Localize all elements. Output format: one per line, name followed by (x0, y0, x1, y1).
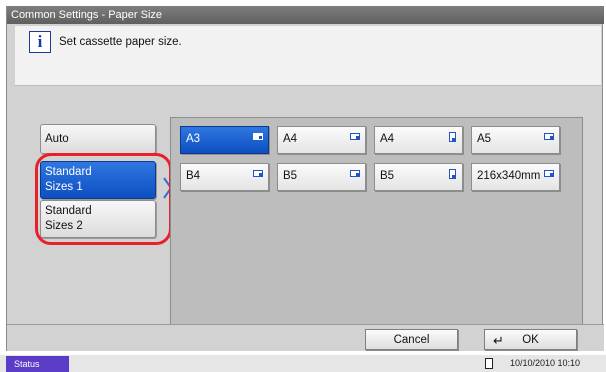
size-a4-landscape[interactable]: A4 (277, 126, 366, 154)
datetime: 10/10/2010 10:10 (510, 358, 581, 368)
landscape-icon (350, 170, 360, 177)
size-label: A5 (477, 133, 492, 145)
cancel-button[interactable]: Cancel (365, 329, 458, 350)
size-label: B4 (186, 170, 201, 182)
size-a5-landscape[interactable]: A5 (471, 126, 560, 154)
landscape-icon (253, 170, 263, 177)
size-label: B5 (283, 170, 298, 182)
standard-sizes-2-label: Standard Sizes 2 (45, 205, 92, 232)
size-a3-landscape[interactable]: A3 (180, 126, 269, 154)
cancel-button-label: Cancel (393, 333, 430, 346)
size-b5-portrait[interactable]: B5 (374, 163, 463, 191)
paper-size-grid: A3 A4 A4 A5 B4 B5 B5 216x340mm (170, 117, 583, 332)
landscape-icon (544, 133, 554, 140)
status-button[interactable]: Status (6, 356, 69, 372)
size-216x340-landscape[interactable]: 216x340mm (471, 163, 560, 191)
portrait-icon (449, 169, 456, 179)
window-title: Common Settings - Paper Size (7, 6, 604, 24)
ok-button[interactable]: ↵ OK (484, 329, 577, 350)
size-label: A4 (380, 133, 395, 145)
enter-icon: ↵ (493, 333, 504, 348)
standard-sizes-1-label: Standard Sizes 1 (45, 166, 92, 193)
size-a4-portrait[interactable]: A4 (374, 126, 463, 154)
auto-button-label: Auto (45, 132, 69, 145)
size-b4-landscape[interactable]: B4 (180, 163, 269, 191)
landscape-icon (350, 133, 360, 140)
document-icon (485, 358, 493, 369)
message-panel (15, 26, 601, 86)
ok-button-label: OK (522, 333, 539, 346)
info-icon: i (29, 31, 51, 53)
size-label: B5 (380, 170, 395, 182)
portrait-icon (449, 132, 456, 142)
standard-sizes-2-button[interactable]: Standard Sizes 2 (40, 200, 156, 238)
landscape-icon (253, 133, 263, 140)
message-text: Set cassette paper size. (59, 36, 182, 48)
landscape-icon (544, 170, 554, 177)
status-bar: Status 10/10/2010 10:10 (0, 355, 606, 372)
settings-screen: Common Settings - Paper Size i Set casse… (6, 6, 604, 351)
standard-sizes-1-button[interactable]: Standard Sizes 1 (40, 161, 156, 199)
size-label: 216x340mm (477, 170, 541, 182)
size-label: A3 (186, 133, 201, 145)
auto-button[interactable]: Auto (40, 124, 156, 154)
size-label: A4 (283, 133, 298, 145)
action-bar: Cancel ↵ OK (7, 324, 604, 351)
size-b5-landscape[interactable]: B5 (277, 163, 366, 191)
